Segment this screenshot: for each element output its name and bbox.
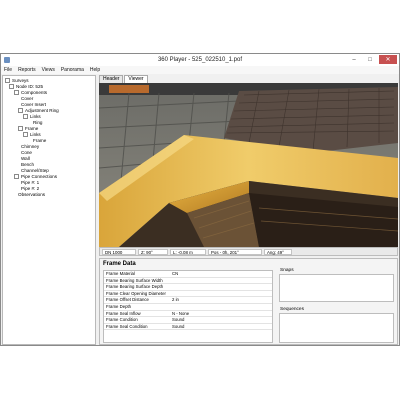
table-row[interactable]: Frame Clear Opening Diameter (104, 291, 272, 298)
tree-node-ring[interactable]: Ring (33, 120, 42, 125)
tree-node-cover-insert[interactable]: Cover Insert (21, 102, 46, 107)
tree-node-cover[interactable]: Cover (21, 96, 33, 101)
expand-icon[interactable] (9, 84, 14, 90)
pos-field: Pos - 0h, 201° (208, 248, 262, 255)
snaps-list[interactable] (279, 274, 394, 302)
table-row[interactable]: Frame Seal Condition Sound (104, 324, 272, 331)
z-field: Z: 90° (138, 248, 168, 255)
app-window: 360 Player - 525_022510_1.pof – □ ✕ File… (0, 53, 400, 346)
tree-node-pipe-connections[interactable]: Pipe Connections (14, 174, 57, 180)
l-field: L: -0.08 m (170, 248, 206, 255)
frame-data-panel: Frame Data Frame Material CN Frame Bearin… (99, 258, 398, 345)
dn-field: DN 1000 (102, 248, 136, 255)
panorama-viewer[interactable] (99, 83, 398, 247)
tree-node-components[interactable]: Components (14, 90, 47, 96)
frame-data-table[interactable]: Frame Material CN Frame Bearing Surface W… (103, 270, 273, 343)
tree-node-frame-links[interactable]: Links (23, 132, 41, 138)
expand-icon[interactable] (18, 126, 23, 132)
view-tabs: Header Viewer (99, 75, 149, 83)
table-row[interactable]: Frame Depth (104, 304, 272, 311)
tree-node-chimney[interactable]: Chimney (21, 144, 39, 149)
viewer-status-bar: DN 1000 Z: 90° L: -0.08 m Pos - 0h, 201°… (99, 247, 398, 256)
menu-panorama[interactable]: Panorama (61, 66, 84, 74)
expand-icon[interactable] (14, 174, 19, 180)
sequences-list[interactable] (279, 313, 394, 343)
table-row[interactable]: Frame Bearing Surface Depth (104, 284, 272, 291)
expand-icon[interactable] (23, 132, 28, 138)
tree-node-surveys[interactable]: Surveys (5, 78, 29, 84)
tree-node-frame[interactable]: Frame (18, 126, 38, 132)
tree-node-pipe-2[interactable]: Pipe #: 2 (21, 186, 39, 191)
tree-node-adjustment-ring[interactable]: Adjustment Ring (18, 108, 59, 114)
survey-tree[interactable]: Surveys Node ID: 525 Components Cover Co… (2, 75, 96, 345)
tab-viewer[interactable]: Viewer (124, 75, 148, 83)
title-bar[interactable]: 360 Player - 525_022510_1.pof – □ ✕ (1, 54, 399, 66)
table-row[interactable]: Frame Bearing Surface Width (104, 278, 272, 285)
tree-node-observations[interactable]: Observations (18, 192, 45, 197)
tree-node-cone[interactable]: Cone (21, 150, 32, 155)
tree-node-bench[interactable]: Bench (21, 162, 34, 167)
table-row[interactable]: Frame Seal Inflow N - None (104, 311, 272, 318)
expand-icon[interactable] (14, 90, 19, 96)
expand-icon[interactable] (18, 108, 23, 114)
tree-node-links[interactable]: Links (23, 114, 41, 120)
menu-file[interactable]: File (4, 66, 12, 74)
table-row[interactable]: Frame Material CN (104, 271, 272, 278)
manhole-panorama-image (99, 83, 398, 247)
tree-node-channel-step[interactable]: Channel/Step (21, 168, 49, 173)
menu-reports[interactable]: Reports (18, 66, 36, 74)
tree-node-node-id[interactable]: Node ID: 525 (9, 84, 43, 90)
frame-data-title: Frame Data (103, 261, 136, 267)
expand-icon[interactable] (23, 114, 28, 120)
snaps-label: Snaps (280, 268, 294, 273)
tree-node-frame-leaf[interactable]: Frame (33, 138, 46, 143)
minimize-button[interactable]: – (347, 55, 361, 64)
menu-views[interactable]: Views (42, 66, 55, 74)
ang-field: Ang: 49° (264, 248, 292, 255)
table-row[interactable]: Frame Offset Distance 2 in (104, 297, 272, 304)
close-button[interactable]: ✕ (379, 55, 397, 64)
tree-node-pipe-1[interactable]: Pipe #: 1 (21, 180, 39, 185)
menu-bar: File Reports Views Panorama Help (1, 66, 399, 74)
sequences-label: Sequences (280, 307, 305, 312)
tree-node-wall[interactable]: Wall (21, 156, 30, 161)
window-title: 360 Player - 525_022510_1.pof (157, 57, 243, 63)
menu-help[interactable]: Help (90, 66, 100, 74)
maximize-button[interactable]: □ (363, 55, 377, 64)
expand-icon[interactable] (5, 78, 10, 84)
tab-header[interactable]: Header (99, 75, 124, 83)
table-row[interactable]: Frame Condition Sound (104, 317, 272, 324)
